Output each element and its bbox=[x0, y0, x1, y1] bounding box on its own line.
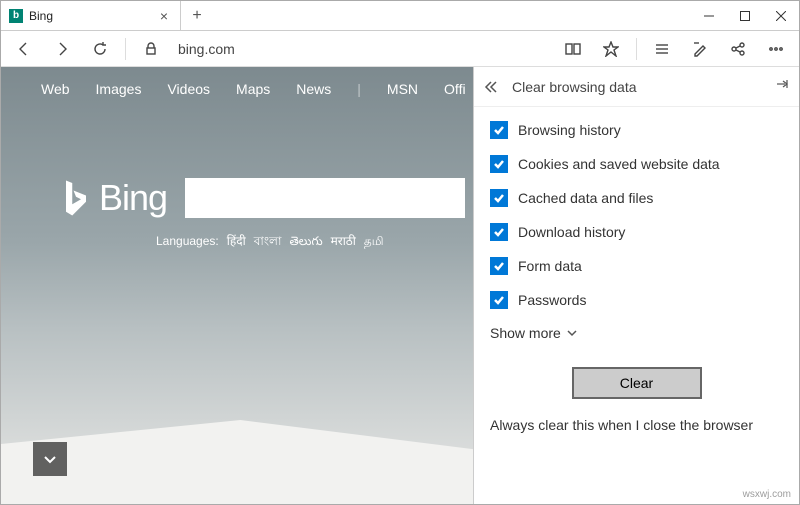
bing-nav-msn[interactable]: MSN bbox=[387, 81, 418, 97]
lock-icon bbox=[134, 34, 168, 64]
forward-button[interactable] bbox=[45, 34, 79, 64]
bing-nav-images[interactable]: Images bbox=[96, 81, 142, 97]
titlebar: Bing × + bbox=[1, 1, 799, 31]
search-input[interactable] bbox=[185, 178, 465, 218]
watermark: wsxwj.com bbox=[743, 489, 791, 500]
reading-view-icon[interactable] bbox=[556, 34, 590, 64]
back-button[interactable] bbox=[7, 34, 41, 64]
new-tab-button[interactable]: + bbox=[181, 1, 213, 30]
bing-nav-office[interactable]: Offi bbox=[444, 81, 466, 97]
panel-back-button[interactable] bbox=[484, 80, 502, 94]
bing-nav-news[interactable]: News bbox=[296, 81, 331, 97]
pin-icon[interactable] bbox=[775, 77, 789, 96]
lang-link[interactable]: मराठी bbox=[331, 232, 356, 249]
notes-icon[interactable] bbox=[683, 34, 717, 64]
lang-link[interactable]: বাংলা bbox=[254, 233, 282, 253]
bing-nav-sep: | bbox=[357, 81, 361, 97]
bing-logo: Bing bbox=[61, 177, 167, 219]
tab-title: Bing bbox=[29, 9, 150, 23]
favorite-icon[interactable] bbox=[594, 34, 628, 64]
checkbox-cookies[interactable]: Cookies and saved website data bbox=[490, 155, 783, 173]
bing-nav-videos[interactable]: Videos bbox=[167, 81, 210, 97]
clear-browsing-data-panel: Clear browsing data Browsing history Coo… bbox=[473, 67, 799, 504]
checkbox-browsing-history[interactable]: Browsing history bbox=[490, 121, 783, 139]
maximize-button[interactable] bbox=[727, 1, 763, 30]
bing-nav-web[interactable]: Web bbox=[41, 81, 70, 97]
more-icon[interactable] bbox=[759, 34, 793, 64]
always-clear-label: Always clear this when I close the brows… bbox=[490, 417, 783, 433]
show-more-link[interactable]: Show more bbox=[490, 325, 783, 341]
checkbox-cached-data[interactable]: Cached data and files bbox=[490, 189, 783, 207]
checkbox-download-history[interactable]: Download history bbox=[490, 223, 783, 241]
browser-tab[interactable]: Bing × bbox=[1, 1, 181, 30]
lang-link[interactable]: हिंदी bbox=[227, 232, 246, 249]
panel-title: Clear browsing data bbox=[512, 79, 765, 95]
refresh-button[interactable] bbox=[83, 34, 117, 64]
bing-nav-maps[interactable]: Maps bbox=[236, 81, 270, 97]
lang-link[interactable]: தமி bbox=[364, 234, 384, 250]
tab-close-icon[interactable]: × bbox=[156, 8, 172, 24]
lang-link[interactable]: తెలుగు bbox=[289, 234, 322, 251]
hub-icon[interactable] bbox=[645, 34, 679, 64]
close-window-button[interactable] bbox=[763, 1, 799, 30]
toolbar: bing.com bbox=[1, 31, 799, 67]
checkbox-passwords[interactable]: Passwords bbox=[490, 291, 783, 309]
content-area: Web Images Videos Maps News | MSN Offi B… bbox=[1, 67, 799, 504]
share-icon[interactable] bbox=[721, 34, 755, 64]
bing-favicon bbox=[9, 9, 23, 23]
checkbox-form-data[interactable]: Form data bbox=[490, 257, 783, 275]
clear-button[interactable]: Clear bbox=[572, 367, 702, 399]
languages-row: Languages: हिंदी বাংলা తెలుగు मराठी தமி bbox=[156, 232, 384, 253]
expand-button[interactable] bbox=[33, 442, 67, 476]
minimize-button[interactable] bbox=[691, 1, 727, 30]
address-bar[interactable]: bing.com bbox=[172, 41, 552, 57]
